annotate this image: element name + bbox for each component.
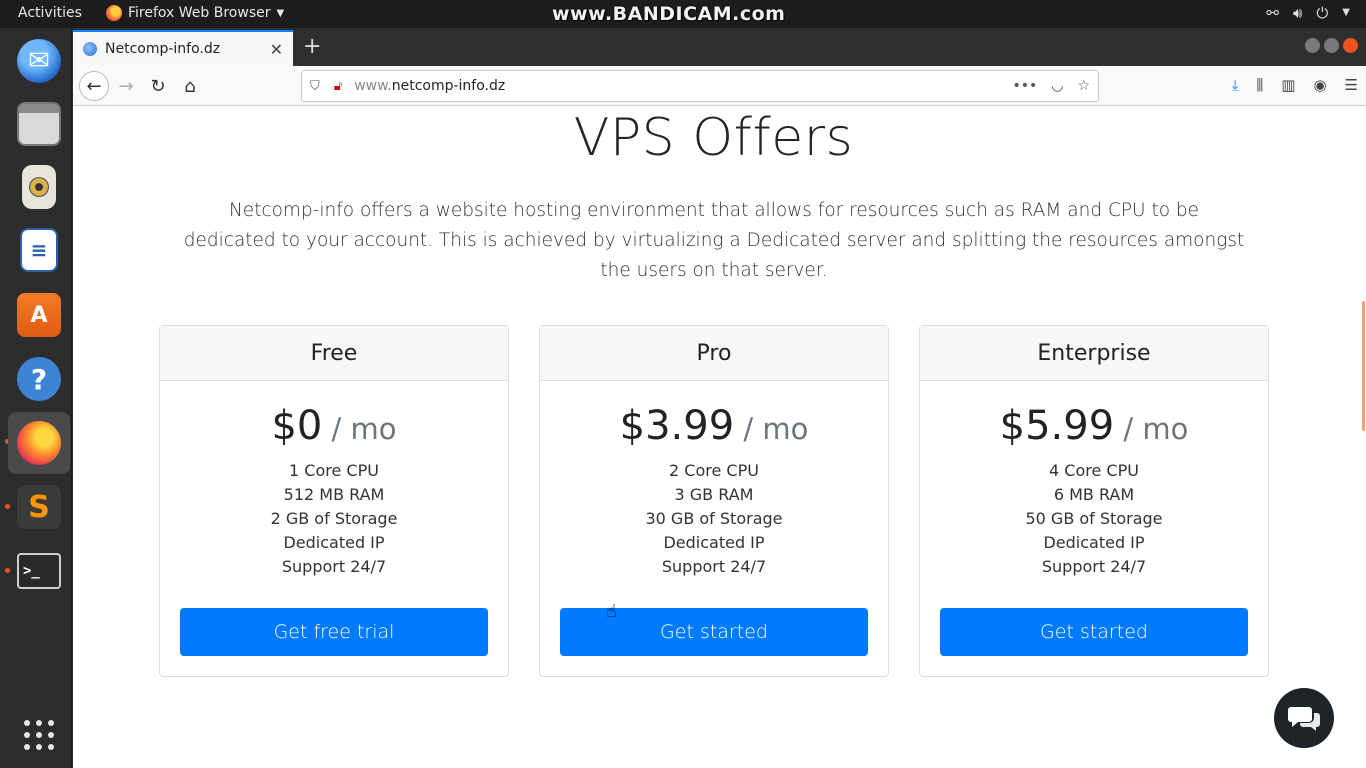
feature-item: 2 Core CPU — [669, 461, 759, 480]
home-button[interactable]: ⌂ — [176, 72, 204, 100]
forward-button[interactable]: → — [112, 72, 140, 100]
feature-list: 4 Core CPU 6 MB RAM 50 GB of Storage Ded… — [920, 459, 1268, 579]
library-icon[interactable]: ⫼ — [1256, 76, 1263, 94]
writer-icon: ≡ — [20, 228, 58, 272]
account-icon[interactable]: ◉ — [1313, 76, 1326, 94]
window-controls — [1305, 38, 1358, 53]
plan-card-free: Free $0 / mo 1 Core CPU 512 MB RAM 2 GB … — [159, 325, 509, 677]
caret-down-icon[interactable]: ▼ — [1342, 4, 1350, 22]
feature-item: Dedicated IP — [663, 533, 765, 552]
dock-sublime[interactable]: S — [8, 476, 70, 538]
chat-icon — [1288, 707, 1320, 731]
get-free-trial-button[interactable]: Get free trial — [180, 608, 488, 656]
feature-item: Dedicated IP — [283, 533, 385, 552]
back-button[interactable]: ← — [79, 71, 109, 101]
url-text[interactable]: www.netcomp-info.dz — [354, 78, 505, 94]
app-menu-label: Firefox Web Browser — [128, 5, 271, 21]
thunderbird-icon: ✉ — [17, 39, 61, 83]
dock-thunderbird[interactable]: ✉ — [8, 30, 70, 92]
maximize-button[interactable] — [1324, 38, 1339, 53]
software-store-icon: A — [17, 293, 61, 337]
insecure-lock-icon[interactable]: 🔓︎ — [334, 79, 342, 94]
dock-rhythmbox[interactable] — [8, 156, 70, 218]
feature-item: 50 GB of Storage — [1025, 509, 1163, 528]
dock-firefox[interactable] — [8, 412, 70, 474]
page-title: VPS Offers — [573, 108, 854, 168]
globe-icon — [83, 42, 97, 56]
feature-item: Dedicated IP — [1043, 533, 1145, 552]
show-applications-button[interactable] — [8, 704, 70, 766]
feature-item: 6 MB RAM — [1053, 485, 1135, 504]
firefox-icon — [17, 421, 61, 465]
feature-item: 2 GB of Storage — [270, 509, 398, 528]
hand-cursor-icon: ☝ — [606, 601, 617, 622]
dock-files[interactable] — [8, 93, 70, 155]
feature-list: 2 Core CPU 3 GB RAM 30 GB of Storage Ded… — [540, 459, 888, 579]
new-tab-button[interactable]: + — [303, 34, 321, 59]
network-icon[interactable]: ⚯ — [1266, 4, 1279, 22]
minimize-button[interactable] — [1305, 38, 1320, 53]
app-grid-icon — [24, 720, 54, 750]
get-started-enterprise-button[interactable]: Get started — [940, 608, 1248, 656]
pocket-icon[interactable]: ◡ — [1051, 78, 1063, 94]
feature-item: 512 MB RAM — [283, 485, 385, 504]
reload-button[interactable]: ↻ — [144, 72, 172, 100]
plan-price: $3.99 / mo — [619, 403, 809, 449]
feature-item: 1 Core CPU — [289, 461, 379, 480]
files-icon — [17, 102, 61, 146]
plan-card-pro: Pro $3.99 / mo 2 Core CPU 3 GB RAM 30 GB… — [539, 325, 889, 677]
sidebar-icon[interactable]: ▥ — [1281, 76, 1295, 94]
plan-name: Free — [160, 326, 508, 381]
page-lead: Netcomp-info offers a website hosting en… — [183, 200, 1245, 281]
feature-item: Support 24/7 — [1041, 557, 1147, 576]
firefox-window: Netcomp-info.dz ✕ + ← → ↻ ⌂ ⛉ 🔓︎ www.net… — [73, 28, 1366, 768]
system-tray[interactable]: ⚯ 🔊︎ ⏻ ▼ — [1266, 4, 1350, 22]
page-actions-button[interactable]: ••• — [1012, 78, 1037, 94]
bookmark-star-icon[interactable]: ☆ — [1077, 78, 1090, 94]
feature-item: Support 24/7 — [661, 557, 767, 576]
dock-help[interactable]: ? — [8, 348, 70, 410]
close-window-button[interactable] — [1343, 38, 1358, 53]
tracking-shield-icon[interactable]: ⛉ — [310, 79, 320, 94]
feature-item: 4 Core CPU — [1049, 461, 1139, 480]
rhythmbox-icon — [22, 165, 56, 209]
power-icon[interactable]: ⏻ — [1316, 4, 1328, 22]
feature-list: 1 Core CPU 512 MB RAM 2 GB of Storage De… — [160, 459, 508, 579]
navigation-toolbar: ← → ↻ ⌂ ⛉ 🔓︎ www.netcomp-info.dz ••• ◡ ☆… — [73, 66, 1366, 106]
dock-software[interactable]: A — [8, 284, 70, 346]
app-menu[interactable]: Firefox Web Browser ▼ — [106, 5, 284, 21]
dock: ✉ ≡ A ? S >_ — [0, 28, 72, 768]
help-icon: ? — [17, 357, 61, 401]
menu-icon[interactable]: ☰ — [1345, 76, 1358, 94]
feature-item: 30 GB of Storage — [645, 509, 783, 528]
sublime-text-icon: S — [17, 485, 61, 529]
dock-terminal[interactable]: >_ — [8, 540, 70, 602]
feature-item: Support 24/7 — [281, 557, 387, 576]
tab-title: Netcomp-info.dz — [105, 41, 221, 57]
bandicam-watermark: www.BANDICAM.com — [552, 3, 786, 25]
terminal-icon: >_ — [17, 553, 61, 589]
scrollbar-thumb[interactable] — [1362, 301, 1365, 431]
page-content: VPS Offers Netcomp-info offers a website… — [73, 106, 1366, 768]
system-top-bar: Activities Firefox Web Browser ▼ www.BAN… — [0, 0, 1366, 28]
volume-icon[interactable]: 🔊︎ — [1293, 4, 1302, 22]
tab-bar: Netcomp-info.dz ✕ + — [73, 28, 1366, 66]
feature-item: 3 GB RAM — [674, 485, 754, 504]
plan-name: Enterprise — [920, 326, 1268, 381]
plan-card-enterprise: Enterprise $5.99 / mo 4 Core CPU 6 MB RA… — [919, 325, 1269, 677]
firefox-icon — [106, 5, 122, 21]
caret-down-icon: ▼ — [276, 7, 285, 19]
toolbar-right: ⤓ ⫼ ▥ ◉ ☰ — [1232, 76, 1358, 94]
dock-writer[interactable]: ≡ — [8, 219, 70, 281]
plan-price: $5.99 / mo — [999, 403, 1189, 449]
activities-button[interactable]: Activities — [18, 5, 82, 21]
tab-netcomp[interactable]: Netcomp-info.dz ✕ — [73, 30, 293, 66]
downloads-icon[interactable]: ⤓ — [1232, 76, 1239, 94]
plan-name: Pro — [540, 326, 888, 381]
url-bar[interactable]: ⛉ 🔓︎ www.netcomp-info.dz ••• ◡ ☆ — [301, 70, 1099, 102]
plan-price: $0 / mo — [271, 403, 397, 449]
chat-widget-button[interactable] — [1274, 688, 1334, 748]
close-tab-icon[interactable]: ✕ — [270, 40, 283, 59]
